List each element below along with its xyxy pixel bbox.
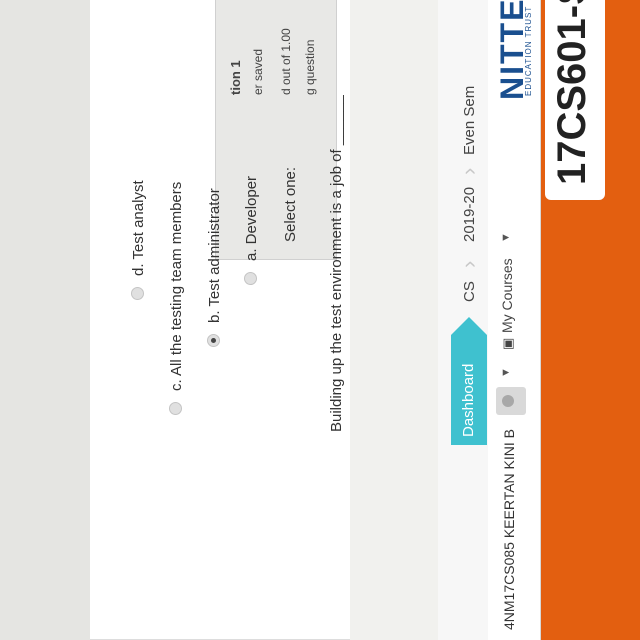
radio-button[interactable] — [169, 402, 182, 415]
page-background — [0, 0, 90, 640]
radio-button[interactable] — [131, 287, 144, 300]
avatar-icon[interactable] — [496, 387, 526, 415]
option-label: d. Test analyst — [130, 180, 147, 276]
courses-caret-down-icon[interactable]: ▼ — [500, 232, 512, 243]
breadcrumb-separator-icon: › — [456, 260, 481, 268]
user-name[interactable]: 4NM17CS085 KEERTAN KINI B — [501, 429, 517, 630]
site-logo[interactable]: NITTE EDUCATION TRUST — [494, 0, 534, 100]
breadcrumb-separator-icon: › — [456, 167, 481, 175]
breadcrumb-year[interactable]: 2019-20 — [461, 187, 478, 242]
question-info-panel — [215, 0, 337, 260]
select-one-label: Select one: — [282, 166, 299, 242]
user-menu-caret-icon[interactable]: ▼ — [500, 367, 512, 378]
course-title: 17CS601-Sof — [550, 0, 594, 185]
question-marks: d out of 1.00 — [279, 28, 293, 95]
option-label: c. All the testing team members — [168, 181, 185, 391]
my-courses-menu[interactable]: My Courses — [499, 258, 515, 333]
option-label: a. Developer — [243, 175, 260, 261]
radio-button[interactable] — [244, 272, 257, 285]
page: 17CS601-Sof NITTE EDUCATION TRUST 4NM17C… — [0, 0, 640, 640]
flag-question-link[interactable]: g question — [303, 40, 317, 95]
breadcrumb-dashboard[interactable]: Dashboard — [451, 335, 487, 445]
radio-button-selected[interactable] — [207, 334, 220, 347]
question-status: er saved — [251, 48, 265, 95]
question-number: tion 1 — [228, 60, 243, 95]
breadcrumb-semester[interactable]: Even Sem — [461, 86, 478, 155]
briefcase-icon: ▣ — [500, 337, 515, 350]
option-label: b. Test administrator — [206, 188, 223, 323]
logo-subtext: EDUCATION TRUST — [524, 5, 533, 96]
question-text: Building up the test environment is a jo… — [328, 95, 345, 432]
breadcrumb-cs[interactable]: CS — [461, 281, 478, 302]
